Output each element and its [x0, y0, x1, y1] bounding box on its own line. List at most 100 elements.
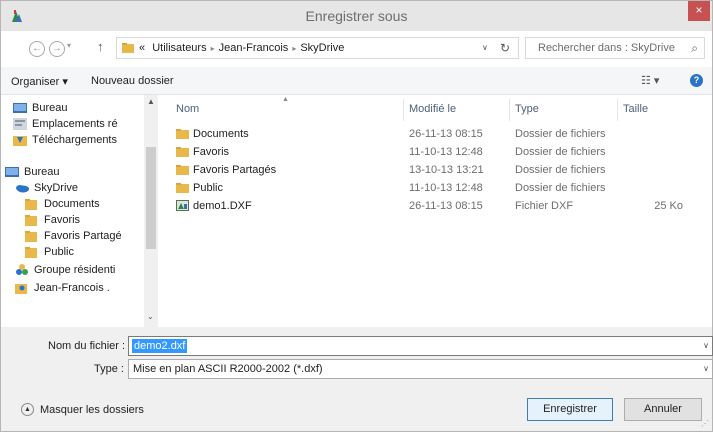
breadcrumb-separator[interactable]: ▸	[288, 44, 300, 53]
breadcrumb: « Utilisateurs ▸ Jean-Francois ▸ SkyDrive	[139, 42, 344, 54]
file-name: demo1.DXF	[193, 200, 252, 212]
sidebar-item-label: Jean-Francois .	[34, 282, 110, 294]
chevron-down-icon[interactable]: ∨	[703, 364, 709, 373]
desktop-icon	[5, 167, 19, 177]
sidebar-item-label: Groupe résidenti	[34, 264, 116, 276]
navigation-pane: Bureau Emplacements ré Téléchargements B…	[1, 95, 159, 327]
type-label: Type :	[94, 363, 124, 375]
column-divider[interactable]	[403, 99, 404, 121]
file-type: Dossier de fichiers	[515, 146, 606, 158]
file-modified: 11-10-13 12:48	[409, 182, 483, 194]
file-type: Dossier de fichiers	[515, 182, 606, 194]
file-type: Fichier DXF	[515, 200, 574, 212]
desktop-icon	[13, 103, 27, 113]
cancel-button[interactable]: Annuler	[624, 398, 702, 421]
folder-icon	[176, 147, 189, 157]
file-name: Favoris	[193, 146, 230, 158]
breadcrumb-item-skydrive[interactable]: SkyDrive	[300, 42, 344, 54]
column-header-size[interactable]: Taille	[623, 103, 648, 115]
help-icon[interactable]: ?	[690, 74, 703, 87]
breadcrumb-item-utilisateurs[interactable]: Utilisateurs	[152, 42, 206, 54]
navigation-bar: ← → ▾ ↑ « Utilisateurs ▸ Jean-Francois ▸ Sky…	[1, 31, 712, 67]
forward-button[interactable]: →	[49, 41, 65, 57]
scroll-up-icon[interactable]: ▲	[147, 97, 155, 106]
column-divider[interactable]	[509, 99, 510, 121]
file-type-select[interactable]: Mise en plan ASCII R2000-2002 (*.dxf) ∨	[128, 359, 713, 379]
file-modified: 13-10-13 13:21	[409, 164, 484, 176]
sidebar-item-downloads[interactable]: Téléchargements	[13, 131, 117, 149]
file-modified: 26-11-13 08:15	[409, 128, 483, 140]
filename-field[interactable]: demo2.dxf ∨	[128, 336, 713, 356]
file-list: Nom ▲ Modifié le Type Taille Documents 2…	[159, 95, 712, 327]
file-type-value: Mise en plan ASCII R2000-2002 (*.dxf)	[133, 363, 323, 375]
table-row[interactable]: demo1.DXF 26-11-13 08:15 Fichier DXF 25 …	[159, 197, 712, 215]
table-row[interactable]: Documents 26-11-13 08:15 Dossier de fich…	[159, 125, 712, 143]
file-name: Documents	[193, 128, 249, 140]
folder-icon	[176, 165, 189, 175]
table-row[interactable]: Favoris 11-10-13 12:48 Dossier de fichie…	[159, 143, 712, 161]
navigation-pane-scrollbar[interactable]: ▲ ⌄	[144, 95, 158, 327]
title-bar[interactable]: Enregistrer sous ×	[1, 1, 712, 31]
file-size: 25 Ko	[654, 200, 683, 212]
save-as-dialog: Enregistrer sous × ← → ▾ ↑ « Utilisateur…	[0, 0, 713, 432]
search-input[interactable]: Rechercher dans : SkyDrive ⌕	[525, 37, 705, 59]
sidebar-item-label: Favoris Partagé	[44, 230, 122, 242]
search-icon[interactable]: ⌕	[691, 41, 698, 56]
table-row[interactable]: Favoris Partagés 13-10-13 13:21 Dossier …	[159, 161, 712, 179]
chevron-up-icon: ▲	[21, 403, 34, 416]
toolbar: Organiser ▾ Nouveau dossier ☷ ▾ ?	[1, 67, 712, 95]
file-name: Favoris Partagés	[193, 164, 277, 176]
column-header-name[interactable]: Nom	[176, 103, 199, 115]
sidebar-item-label: Bureau	[32, 102, 68, 114]
skydrive-icon	[16, 185, 29, 193]
new-folder-button[interactable]: Nouveau dossier	[91, 75, 174, 87]
view-options-icon[interactable]: ☷ ▾	[641, 74, 659, 87]
refresh-icon[interactable]: ↻	[500, 41, 510, 55]
sidebar-item-label: SkyDrive	[34, 182, 79, 194]
breadcrumb-item-jean-francois[interactable]: Jean-Francois	[219, 42, 289, 54]
sidebar-item-label: Téléchargements	[32, 134, 117, 146]
close-button[interactable]: ×	[688, 1, 710, 21]
column-divider[interactable]	[617, 99, 618, 121]
breadcrumb-overflow[interactable]: «	[139, 42, 145, 54]
recent-locations-dropdown[interactable]: ▾	[67, 41, 71, 50]
back-button[interactable]: ←	[29, 41, 45, 57]
homegroup-icon	[16, 264, 28, 275]
window-title: Enregistrer sous	[305, 8, 408, 24]
sidebar-item-label: Bureau	[24, 166, 60, 178]
folder-icon	[176, 183, 189, 193]
table-row[interactable]: Public 11-10-13 12:48 Dossier de fichier…	[159, 179, 712, 197]
file-type: Dossier de fichiers	[515, 128, 606, 140]
save-form: Nom du fichier : demo2.dxf ∨ Type : Mise…	[1, 327, 713, 431]
file-modified: 11-10-13 12:48	[409, 146, 483, 158]
sidebar-item-label: Documents	[44, 198, 100, 210]
address-bar[interactable]: « Utilisateurs ▸ Jean-Francois ▸ SkyDrive ∨ …	[116, 37, 519, 59]
sidebar-item-label: Emplacements ré	[32, 118, 118, 130]
folder-icon	[25, 199, 37, 210]
user-folder-icon	[15, 284, 27, 294]
chevron-down-icon[interactable]: ∨	[703, 341, 709, 350]
chevron-down-icon[interactable]: ∨	[482, 43, 488, 52]
folder-icon	[122, 43, 134, 53]
scroll-down-icon[interactable]: ⌄	[147, 312, 154, 321]
column-header-type[interactable]: Type	[515, 103, 539, 115]
resize-grip-icon[interactable]: ⋰	[701, 419, 709, 428]
sidebar-item-public[interactable]: Public	[25, 243, 74, 261]
folder-icon	[25, 247, 37, 258]
column-header-modified[interactable]: Modifié le	[409, 103, 456, 115]
organize-button[interactable]: Organiser ▾	[11, 75, 68, 88]
file-modified: 26-11-13 08:15	[409, 200, 483, 212]
sidebar-item-user-folder[interactable]: Jean-Francois .	[15, 279, 110, 297]
sort-ascending-icon: ▲	[282, 96, 289, 103]
sidebar-item-homegroup[interactable]: Groupe résidenti	[15, 261, 115, 279]
filename-value[interactable]: demo2.dxf	[132, 339, 188, 353]
folder-icon	[25, 215, 37, 226]
filename-label: Nom du fichier :	[48, 340, 126, 352]
hide-folders-label: Masquer les dossiers	[40, 403, 144, 416]
downloads-icon	[13, 136, 27, 146]
save-button[interactable]: Enregistrer	[527, 398, 613, 421]
up-button[interactable]: ↑	[97, 39, 104, 54]
breadcrumb-separator[interactable]: ▸	[207, 44, 219, 53]
hide-folders-button[interactable]: ▲ Masquer les dossiers	[21, 403, 144, 416]
scrollbar-thumb[interactable]	[146, 147, 156, 249]
